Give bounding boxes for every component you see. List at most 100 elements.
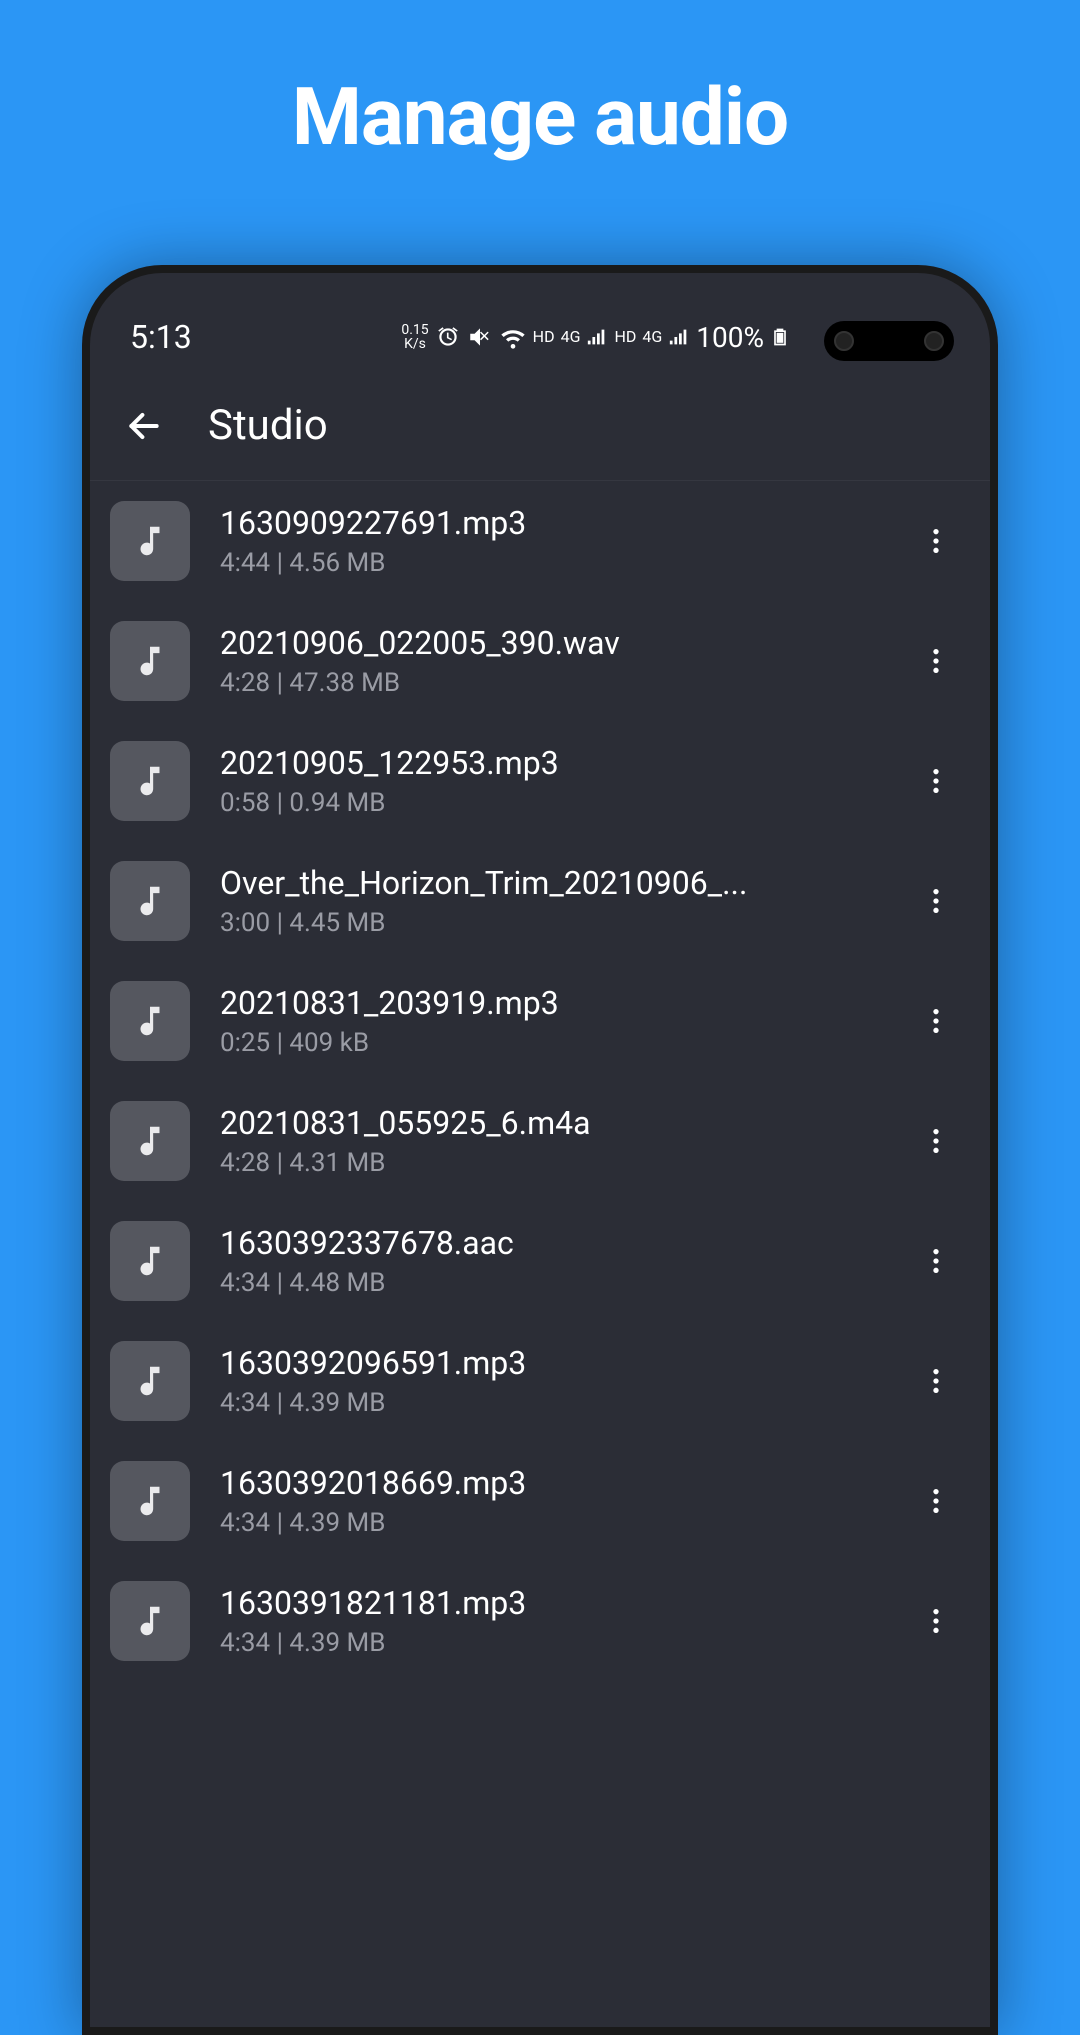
more-options-button[interactable] bbox=[912, 1597, 960, 1645]
music-note-icon bbox=[131, 882, 169, 920]
audio-meta: 4:34 | 4.39 MB bbox=[220, 1628, 882, 1658]
audio-filename: 20210906_022005_390.wav bbox=[220, 624, 882, 662]
audio-meta: 4:34 | 4.39 MB bbox=[220, 1388, 882, 1418]
network-4g-label: 4G bbox=[642, 329, 662, 345]
phone-frame: 5:13 0.15 K/s HD 4G bbox=[82, 265, 998, 2035]
audio-meta: 4:34 | 4.48 MB bbox=[220, 1268, 882, 1298]
audio-filename: 1630909227691.mp3 bbox=[220, 504, 882, 542]
audio-thumbnail bbox=[110, 1581, 190, 1661]
audio-item[interactable]: 20210905_122953.mp3 0:58 | 0.94 MB bbox=[90, 721, 990, 841]
music-note-icon bbox=[131, 642, 169, 680]
music-note-icon bbox=[131, 762, 169, 800]
audio-thumbnail bbox=[110, 981, 190, 1061]
audio-info: 1630392018669.mp3 4:34 | 4.39 MB bbox=[220, 1464, 882, 1538]
battery-percent: 100% bbox=[696, 321, 764, 354]
audio-filename: Over_the_Horizon_Trim_20210906_... bbox=[220, 864, 882, 902]
page-title: Studio bbox=[208, 401, 328, 450]
network-speed-indicator: 0.15 K/s bbox=[401, 323, 428, 351]
more-vert-icon bbox=[920, 765, 952, 797]
audio-item[interactable]: 1630392018669.mp3 4:34 | 4.39 MB bbox=[90, 1441, 990, 1561]
audio-filename: 20210831_203919.mp3 bbox=[220, 984, 882, 1022]
more-vert-icon bbox=[920, 885, 952, 917]
audio-meta: 0:58 | 0.94 MB bbox=[220, 788, 882, 818]
audio-meta: 4:34 | 4.39 MB bbox=[220, 1508, 882, 1538]
promo-title: Manage audio bbox=[0, 0, 1080, 164]
audio-info: 20210831_055925_6.m4a 4:28 | 4.31 MB bbox=[220, 1104, 882, 1178]
music-note-icon bbox=[131, 1122, 169, 1160]
audio-thumbnail bbox=[110, 621, 190, 701]
more-options-button[interactable] bbox=[912, 637, 960, 685]
audio-thumbnail bbox=[110, 1461, 190, 1541]
more-options-button[interactable] bbox=[912, 1477, 960, 1525]
back-button[interactable] bbox=[120, 402, 168, 450]
audio-info: 20210831_203919.mp3 0:25 | 409 kB bbox=[220, 984, 882, 1058]
audio-item[interactable]: 1630392096591.mp3 4:34 | 4.39 MB bbox=[90, 1321, 990, 1441]
signal-icon bbox=[586, 326, 608, 348]
audio-filename: 1630392096591.mp3 bbox=[220, 1344, 882, 1382]
audio-thumbnail bbox=[110, 1101, 190, 1181]
battery-icon bbox=[770, 322, 790, 352]
signal-icon bbox=[668, 326, 690, 348]
camera-lens bbox=[834, 331, 854, 351]
arrow-left-icon bbox=[125, 407, 163, 445]
audio-filename: 20210831_055925_6.m4a bbox=[220, 1104, 882, 1142]
audio-info: 1630909227691.mp3 4:44 | 4.56 MB bbox=[220, 504, 882, 578]
audio-filename: 1630391821181.mp3 bbox=[220, 1584, 882, 1622]
mute-icon bbox=[467, 324, 493, 350]
audio-info: 1630391821181.mp3 4:34 | 4.39 MB bbox=[220, 1584, 882, 1658]
more-options-button[interactable] bbox=[912, 997, 960, 1045]
more-options-button[interactable] bbox=[912, 1357, 960, 1405]
phone-screen: 5:13 0.15 K/s HD 4G bbox=[90, 273, 990, 2027]
alarm-icon bbox=[435, 324, 461, 350]
status-time: 5:13 bbox=[130, 318, 192, 356]
audio-info: Over_the_Horizon_Trim_20210906_... 3:00 |… bbox=[220, 864, 882, 938]
audio-item[interactable]: Over_the_Horizon_Trim_20210906_... 3:00 |… bbox=[90, 841, 990, 961]
more-options-button[interactable] bbox=[912, 757, 960, 805]
audio-info: 20210906_022005_390.wav 4:28 | 47.38 MB bbox=[220, 624, 882, 698]
audio-filename: 1630392018669.mp3 bbox=[220, 1464, 882, 1502]
audio-thumbnail bbox=[110, 741, 190, 821]
audio-item[interactable]: 1630392337678.aac 4:34 | 4.48 MB bbox=[90, 1201, 990, 1321]
audio-item[interactable]: 1630909227691.mp3 4:44 | 4.56 MB bbox=[90, 481, 990, 601]
audio-filename: 20210905_122953.mp3 bbox=[220, 744, 882, 782]
more-vert-icon bbox=[920, 1125, 952, 1157]
more-options-button[interactable] bbox=[912, 1117, 960, 1165]
audio-meta: 4:44 | 4.56 MB bbox=[220, 548, 882, 578]
audio-filename: 1630392337678.aac bbox=[220, 1224, 882, 1262]
audio-info: 20210905_122953.mp3 0:58 | 0.94 MB bbox=[220, 744, 882, 818]
more-options-button[interactable] bbox=[912, 517, 960, 565]
audio-meta: 3:00 | 4.45 MB bbox=[220, 908, 882, 938]
more-vert-icon bbox=[920, 645, 952, 677]
more-vert-icon bbox=[920, 1365, 952, 1397]
audio-thumbnail bbox=[110, 1341, 190, 1421]
audio-item[interactable]: 20210831_203919.mp3 0:25 | 409 kB bbox=[90, 961, 990, 1081]
more-vert-icon bbox=[920, 1245, 952, 1277]
music-note-icon bbox=[131, 1002, 169, 1040]
audio-meta: 4:28 | 47.38 MB bbox=[220, 668, 882, 698]
app-bar: Studio bbox=[90, 371, 990, 481]
audio-thumbnail bbox=[110, 861, 190, 941]
music-note-icon bbox=[131, 1482, 169, 1520]
audio-thumbnail bbox=[110, 1221, 190, 1301]
audio-item[interactable]: 20210906_022005_390.wav 4:28 | 47.38 MB bbox=[90, 601, 990, 721]
audio-info: 1630392337678.aac 4:34 | 4.48 MB bbox=[220, 1224, 882, 1298]
music-note-icon bbox=[131, 1362, 169, 1400]
audio-meta: 4:28 | 4.31 MB bbox=[220, 1148, 882, 1178]
more-vert-icon bbox=[920, 1485, 952, 1517]
more-options-button[interactable] bbox=[912, 877, 960, 925]
hd-badge: HD bbox=[614, 329, 636, 345]
audio-list: 1630909227691.mp3 4:44 | 4.56 MB 20210906_… bbox=[90, 481, 990, 1681]
more-vert-icon bbox=[920, 1005, 952, 1037]
audio-thumbnail bbox=[110, 501, 190, 581]
music-note-icon bbox=[131, 1602, 169, 1640]
audio-meta: 0:25 | 409 kB bbox=[220, 1028, 882, 1058]
audio-item[interactable]: 1630391821181.mp3 4:34 | 4.39 MB bbox=[90, 1561, 990, 1681]
camera-cutout bbox=[824, 321, 954, 361]
more-vert-icon bbox=[920, 525, 952, 557]
wifi-icon bbox=[499, 323, 527, 351]
more-options-button[interactable] bbox=[912, 1237, 960, 1285]
audio-info: 1630392096591.mp3 4:34 | 4.39 MB bbox=[220, 1344, 882, 1418]
audio-item[interactable]: 20210831_055925_6.m4a 4:28 | 4.31 MB bbox=[90, 1081, 990, 1201]
hd-badge: HD bbox=[533, 329, 555, 345]
network-4g-label: 4G bbox=[561, 329, 581, 345]
